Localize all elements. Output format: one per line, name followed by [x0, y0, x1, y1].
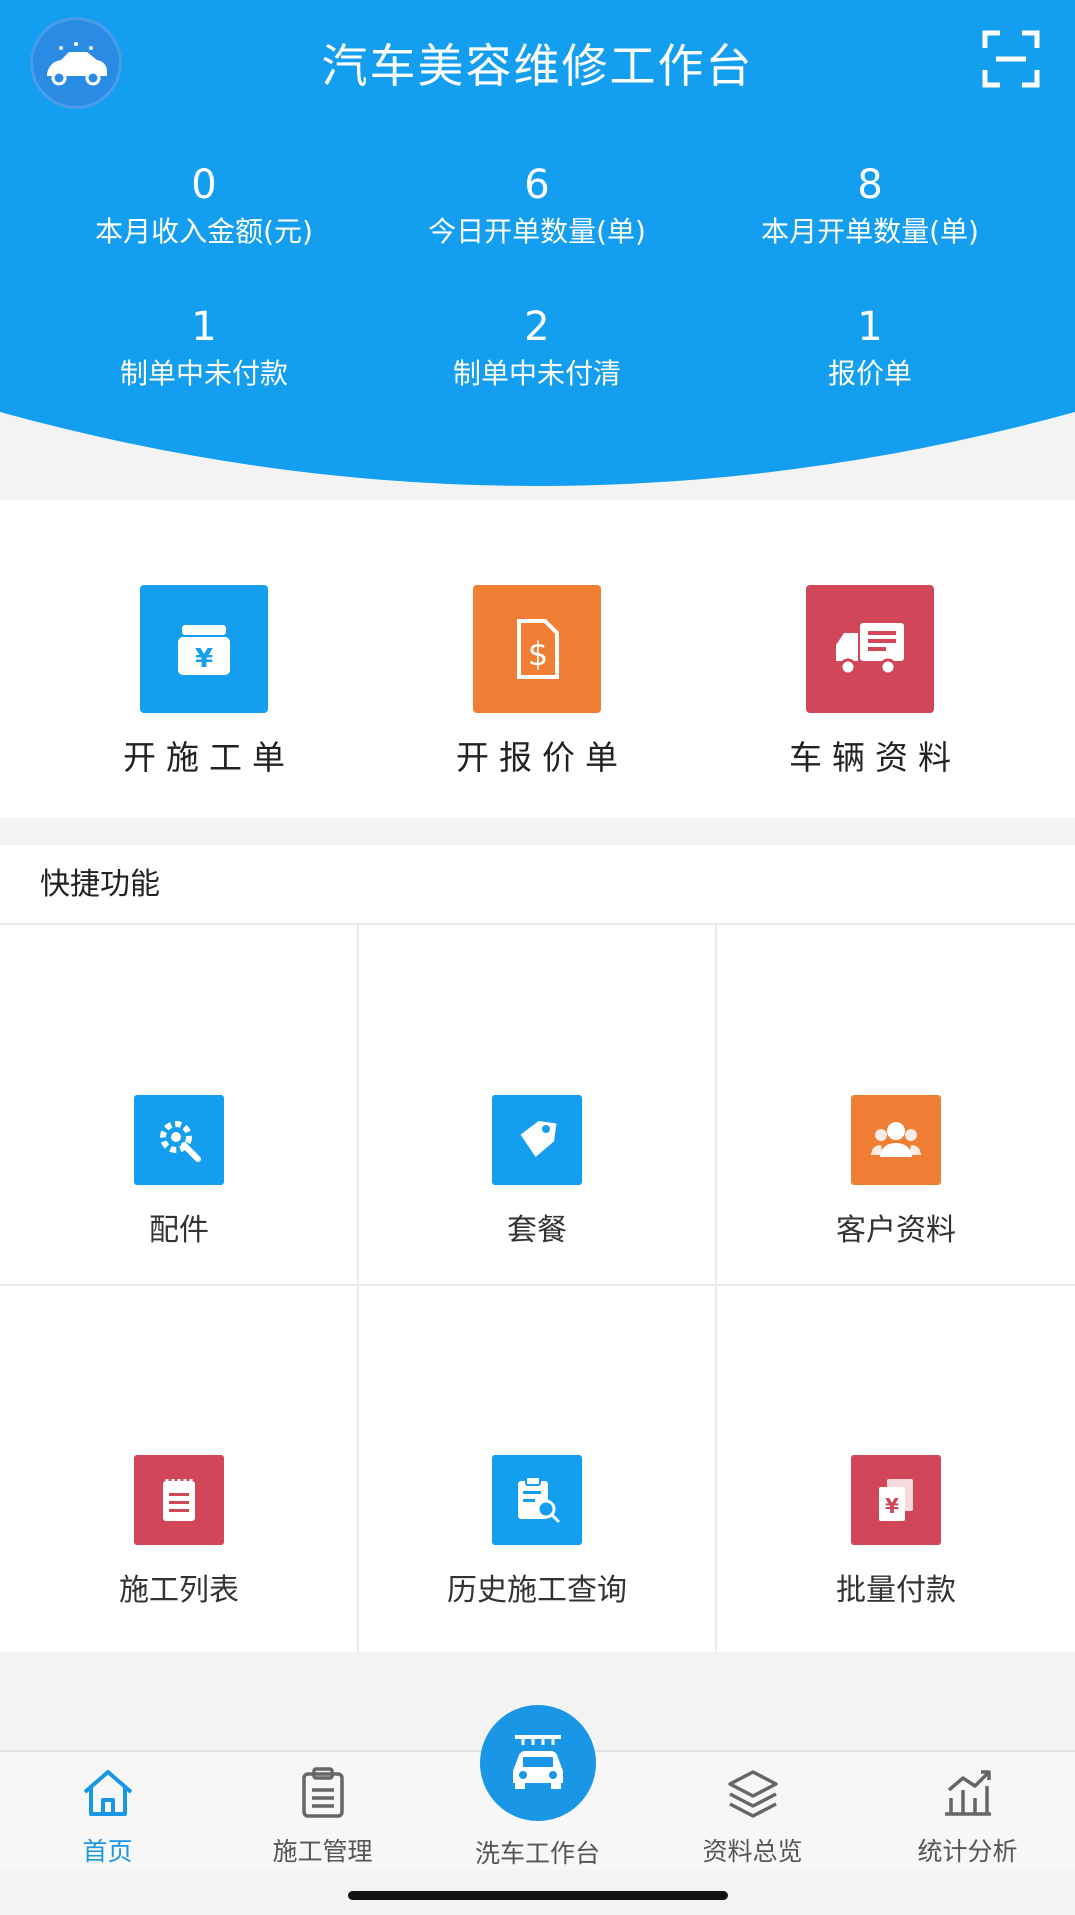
quick-functions-grid: 配件 套餐 客户资料 施工列表 历史施工查询 ¥ 批量付款 — [0, 925, 1075, 1652]
divider — [0, 1284, 1075, 1286]
scan-icon[interactable] — [982, 30, 1040, 88]
header: 汽车美容维修工作台 0 本月收入金额(元) 6 今日开单数量(单) 8 本月开单… — [0, 0, 1075, 500]
package-button[interactable]: 套餐 — [358, 1095, 716, 1249]
stat-quotes[interactable]: 1 报价单 — [691, 302, 1049, 394]
nav-item-data-overview[interactable]: 资料总览 — [645, 1762, 860, 1868]
stat-partially-paid[interactable]: 2 制单中未付清 — [358, 302, 716, 394]
stat-unpaid[interactable]: 1 制单中未付款 — [25, 302, 383, 394]
stat-value: 6 — [524, 162, 550, 208]
nav-item-statistics[interactable]: 统计分析 — [860, 1762, 1075, 1868]
svg-text:¥: ¥ — [885, 1494, 899, 1518]
customer-info-label: 客户资料 — [836, 1213, 956, 1248]
customer-info-button[interactable]: 客户资料 — [717, 1095, 1075, 1249]
parts-label: 配件 — [149, 1213, 209, 1248]
stat-label: 制单中未付款 — [119, 357, 288, 390]
stat-label: 本月开单数量(单) — [761, 215, 979, 248]
chart-icon — [860, 1762, 1075, 1824]
history-query-button[interactable]: 历史施工查询 — [358, 1455, 716, 1609]
parts-button[interactable]: 配件 — [0, 1095, 358, 1249]
work-list-label: 施工列表 — [119, 1573, 239, 1608]
clipboard-icon — [215, 1762, 430, 1824]
quick-functions-section: 快捷功能 配件 套餐 客户资料 施工列表 历史施工查询 ¥ 批量付款 — [0, 845, 1075, 1652]
history-query-label: 历史施工查询 — [447, 1573, 627, 1608]
svg-text:¥: ¥ — [195, 644, 213, 674]
stat-value: 8 — [857, 162, 883, 208]
nav-label: 首页 — [82, 1837, 133, 1866]
new-work-order-button[interactable]: ¥ 开施工单 — [25, 585, 383, 779]
car-wash-workbench-button[interactable] — [480, 1705, 596, 1821]
section-title: 快捷功能 — [0, 845, 1075, 925]
page-title: 汽车美容维修工作台 — [321, 39, 754, 93]
nav-label-car-wash: 洗车工作台 — [474, 1839, 600, 1868]
nav-item-home[interactable]: 首页 — [0, 1762, 215, 1868]
new-work-order-label: 开施工单 — [123, 738, 295, 777]
new-quote-label: 开报价单 — [456, 738, 628, 777]
stat-value: 2 — [524, 304, 550, 350]
car-wash-icon — [505, 1731, 571, 1795]
notepad-list-icon — [134, 1455, 224, 1545]
vehicle-info-label: 车辆资料 — [789, 738, 961, 777]
home-icon — [0, 1762, 215, 1824]
nav-label: 资料总览 — [702, 1837, 803, 1866]
stat-label: 本月收入金额(元) — [95, 215, 313, 248]
new-quote-button[interactable]: $ 开报价单 — [358, 585, 716, 779]
primary-actions: ¥ 开施工单 $ 开报价单 车辆资料 — [0, 500, 1075, 818]
clipboard-search-icon — [492, 1455, 582, 1545]
vehicle-info-button[interactable]: 车辆资料 — [691, 585, 1049, 779]
stat-value: 1 — [191, 304, 217, 350]
stat-value: 0 — [191, 162, 217, 208]
layers-icon — [645, 1762, 860, 1824]
cashier-icon: ¥ — [140, 585, 268, 713]
svg-text:$: $ — [528, 635, 548, 673]
nav-label: 统计分析 — [917, 1837, 1018, 1866]
dollar-document-icon: $ — [473, 585, 601, 713]
truck-icon — [806, 585, 934, 713]
home-indicator — [348, 1891, 728, 1900]
batch-payment-button[interactable]: ¥ 批量付款 — [717, 1455, 1075, 1609]
batch-payment-label: 批量付款 — [836, 1573, 956, 1608]
stat-monthly-orders[interactable]: 8 本月开单数量(单) — [691, 160, 1049, 252]
stat-label: 今日开单数量(单) — [428, 215, 646, 248]
batch-payment-icon: ¥ — [851, 1455, 941, 1545]
stat-monthly-income[interactable]: 0 本月收入金额(元) — [25, 160, 383, 252]
app-screen: 汽车美容维修工作台 0 本月收入金额(元) 6 今日开单数量(单) 8 本月开单… — [0, 0, 1075, 1915]
package-label: 套餐 — [507, 1213, 567, 1248]
tag-icon — [492, 1095, 582, 1185]
customers-icon — [851, 1095, 941, 1185]
stat-label: 报价单 — [827, 357, 912, 390]
stat-label: 制单中未付清 — [452, 357, 621, 390]
nav-label: 施工管理 — [272, 1837, 373, 1866]
stat-today-orders[interactable]: 6 今日开单数量(单) — [358, 160, 716, 252]
gear-wrench-icon — [134, 1095, 224, 1185]
work-list-button[interactable]: 施工列表 — [0, 1455, 358, 1609]
stat-value: 1 — [857, 304, 883, 350]
nav-item-work-management[interactable]: 施工管理 — [215, 1762, 430, 1868]
